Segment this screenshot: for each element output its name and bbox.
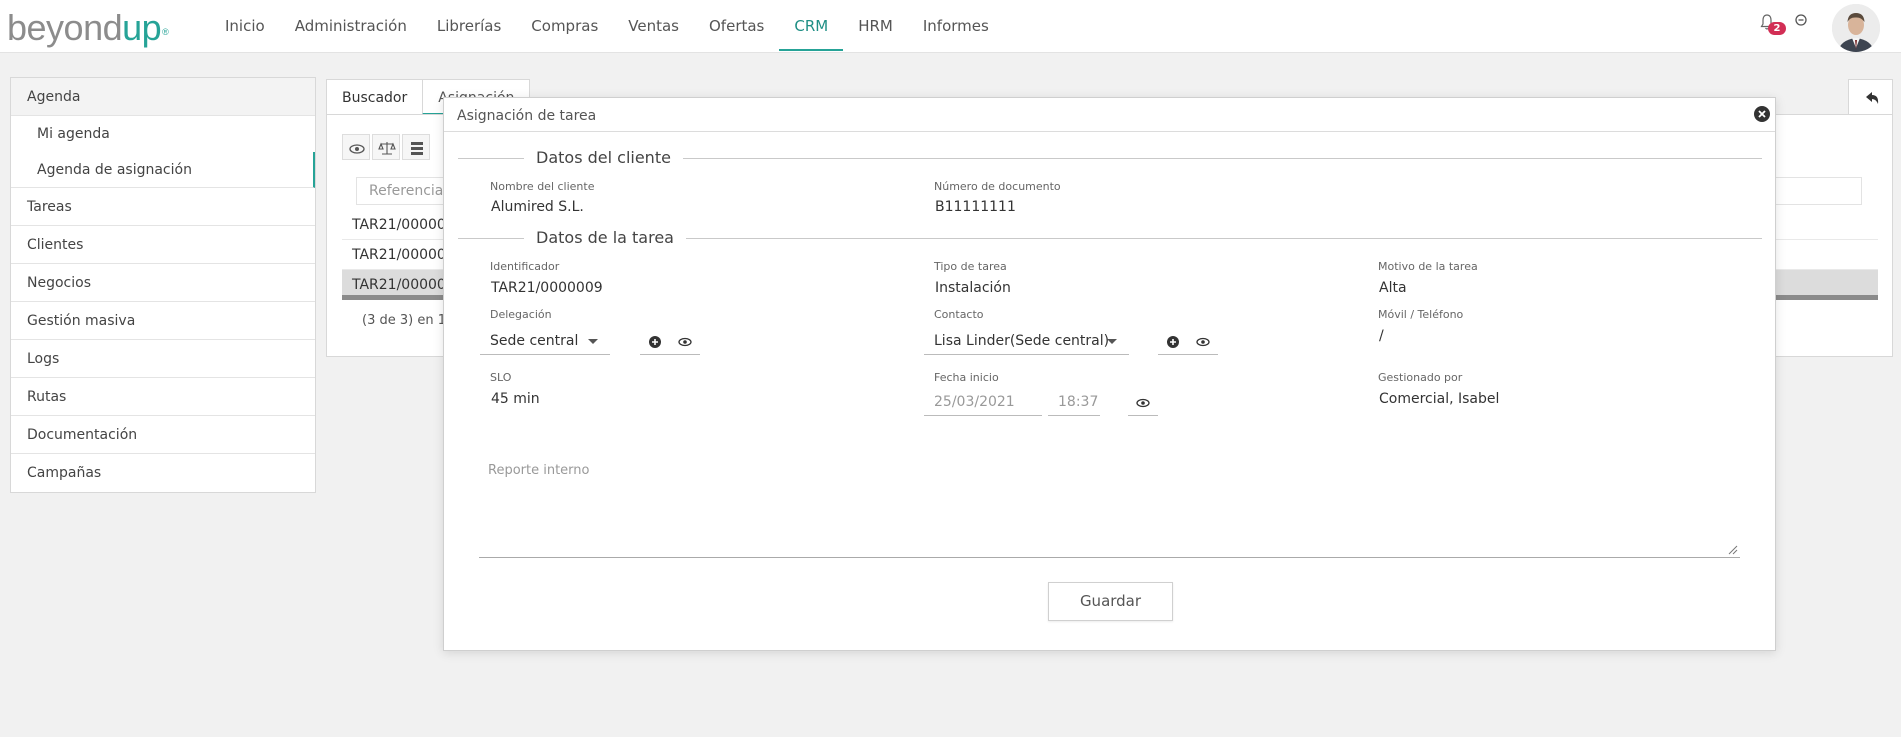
balance-icon <box>378 142 396 155</box>
doc-number-label: Número de documento <box>934 180 1061 193</box>
internal-report-textarea[interactable]: Reporte interno <box>479 454 1740 558</box>
add-delegation-button[interactable] <box>640 327 670 355</box>
task-assignment-dialog: Asignación de tarea Datos del cliente No… <box>443 97 1776 651</box>
chevron-down-icon <box>1107 339 1117 344</box>
dialog-title: Asignación de tarea <box>444 98 1775 132</box>
nav-administracion[interactable]: Administración <box>280 0 422 53</box>
delegation-select[interactable]: Sede central <box>480 327 610 355</box>
nav-informes[interactable]: Informes <box>908 0 1004 53</box>
task-type-value: Instalación <box>935 280 1011 296</box>
view-delegation-button[interactable] <box>670 327 700 355</box>
logo-mark: ® <box>162 27 169 37</box>
nav-crm[interactable]: CRM <box>779 0 844 53</box>
delegation-value: Sede central <box>490 333 579 349</box>
nav-ventas[interactable]: Ventas <box>613 0 694 53</box>
sidebar-item-agenda[interactable]: Agenda <box>11 78 315 116</box>
add-circle-icon <box>1167 336 1179 348</box>
eye-icon <box>1196 337 1210 347</box>
slo-label: SLO <box>490 371 512 384</box>
start-date-label: Fecha inicio <box>934 371 999 384</box>
avatar[interactable] <box>1832 4 1880 52</box>
view-contact-button[interactable] <box>1188 327 1218 355</box>
top-bar: beyondup® Inicio Administración Librería… <box>0 0 1901 53</box>
back-button[interactable] <box>1848 79 1893 115</box>
phone-label: Móvil / Teléfono <box>1378 308 1464 321</box>
nav-hrm[interactable]: HRM <box>843 0 908 53</box>
list-tool-button[interactable] <box>402 134 430 160</box>
nav-inicio[interactable]: Inicio <box>210 0 280 53</box>
save-button[interactable]: Guardar <box>1048 582 1173 621</box>
eye-icon <box>349 144 365 154</box>
contact-label: Contacto <box>934 308 984 321</box>
sidebar-item-campanas[interactable]: Campañas <box>11 454 315 492</box>
start-time-input[interactable]: 18:37 <box>1048 388 1100 416</box>
logo-text: beyond <box>7 7 123 48</box>
avatar-image <box>1832 4 1880 52</box>
sidebar-item-mi-agenda[interactable]: Mi agenda <box>11 116 315 152</box>
doc-number-value: B11111111 <box>935 199 1016 215</box>
list-icon <box>411 142 423 155</box>
managed-by-value: Comercial, Isabel <box>1379 391 1500 407</box>
logo-accent: up <box>122 7 162 48</box>
client-section-title: Datos del cliente <box>524 148 683 168</box>
task-reason-label: Motivo de la tarea <box>1378 260 1478 273</box>
phone-value: / <box>1379 328 1384 344</box>
task-type-label: Tipo de tarea <box>934 260 1007 273</box>
sidebar-item-documentacion[interactable]: Documentación <box>11 416 315 454</box>
eye-icon <box>1136 398 1150 408</box>
sidebar-item-clientes[interactable]: Clientes <box>11 226 315 264</box>
contact-value: Lisa Linder(Sede central) <box>934 333 1110 349</box>
task-reason-value: Alta <box>1379 280 1407 296</box>
delegation-label: Delegación <box>490 308 552 321</box>
resize-grip-icon[interactable] <box>1728 545 1738 555</box>
sidebar-item-logs[interactable]: Logs <box>11 340 315 378</box>
user-menu-icon[interactable] <box>1795 14 1807 26</box>
nav-ofertas[interactable]: Ofertas <box>694 0 779 53</box>
internal-report-placeholder: Reporte interno <box>488 463 590 478</box>
sidebar-item-tareas[interactable]: Tareas <box>11 188 315 226</box>
main-nav: Inicio Administración Librerías Compras … <box>210 0 1004 53</box>
close-icon[interactable] <box>1753 105 1771 123</box>
nav-compras[interactable]: Compras <box>516 0 613 53</box>
add-contact-button[interactable] <box>1158 327 1188 355</box>
notification-badge: 2 <box>1768 22 1786 35</box>
contact-select[interactable]: Lisa Linder(Sede central) <box>924 327 1129 355</box>
tab-buscador[interactable]: Buscador <box>326 79 424 115</box>
slo-value: 45 min <box>491 391 540 407</box>
client-name-label: Nombre del cliente <box>490 180 595 193</box>
sidebar: Agenda Mi agenda Agenda de asignación Ta… <box>10 77 316 493</box>
start-date-input[interactable]: 25/03/2021 <box>924 388 1042 416</box>
balance-tool-button[interactable] <box>372 134 400 160</box>
managed-by-label: Gestionado por <box>1378 371 1463 384</box>
add-circle-icon <box>649 336 661 348</box>
view-start-date-button[interactable] <box>1128 388 1158 416</box>
sidebar-item-agenda-asignacion[interactable]: Agenda de asignación <box>11 152 315 188</box>
sidebar-item-gestion-masiva[interactable]: Gestión masiva <box>11 302 315 340</box>
identifier-value: TAR21/0000009 <box>491 280 603 296</box>
sidebar-item-rutas[interactable]: Rutas <box>11 378 315 416</box>
chevron-down-icon <box>588 339 598 344</box>
nav-librerias[interactable]: Librerías <box>422 0 516 53</box>
identifier-label: Identificador <box>490 260 560 273</box>
back-arrow-icon <box>1866 92 1879 104</box>
task-section-title: Datos de la tarea <box>524 228 686 248</box>
client-name-value: Alumired S.L. <box>491 199 584 215</box>
view-tool-button[interactable] <box>342 134 370 160</box>
eye-icon <box>678 337 692 347</box>
brand-logo[interactable]: beyondup® <box>7 7 169 48</box>
sidebar-item-negocios[interactable]: Negocios <box>11 264 315 302</box>
